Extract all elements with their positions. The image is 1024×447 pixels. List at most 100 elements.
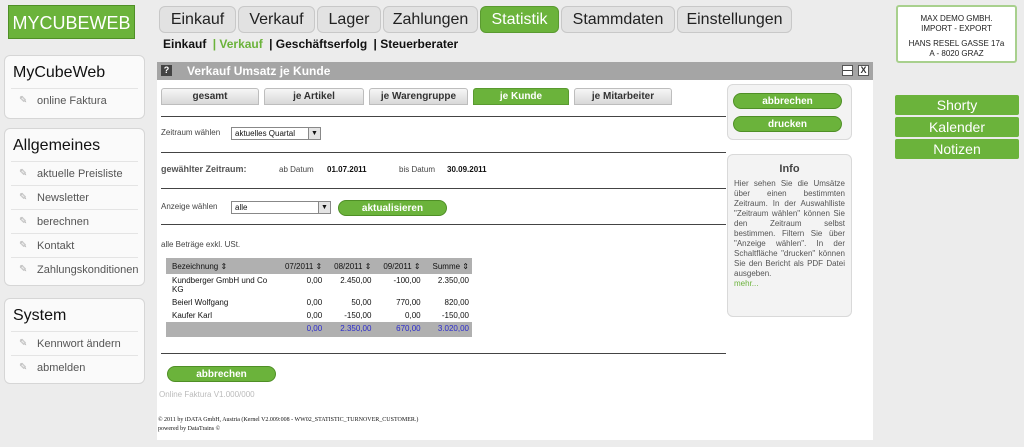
cell-value: 2.350,00 [437,276,469,285]
cell-value: 770,00 [396,298,421,307]
subtab-je-kunde[interactable]: je Kunde [473,88,569,105]
sidebar-section-allgemeines: Allgemeines ✎ aktuelle Preisliste ✎ Newsle… [4,128,145,286]
column-header-09-2011[interactable]: 09/2011 ⇕ [374,258,424,274]
sidebar-item-online-faktura[interactable]: ✎ online Faktura [11,88,138,112]
abbrechen-bottom-button[interactable]: abbrechen [167,366,276,382]
sort-icon: ⇕ [364,261,372,271]
sidebar-item-newsletter[interactable]: ✎ Newsletter [11,185,138,209]
sort-icon: ⇕ [315,261,323,271]
close-icon[interactable]: X [858,65,869,76]
aktualisieren-button[interactable]: aktualisieren [338,200,447,216]
chevron-down-icon: ▼ [318,202,330,213]
subtab-je-warengruppe[interactable]: je Warengruppe [369,88,468,105]
table-row[interactable]: Beierl Wolfgang 0,00 50,00 770,00 820,00 [166,296,472,309]
table-header-row: Bezeichnung ⇕ 07/2011 ⇕ 08/2011 ⇕ 09/201… [166,258,472,274]
drucken-button[interactable]: drucken [733,116,842,132]
tab-einkauf[interactable]: Einkauf [159,6,236,33]
sidebar-item-berechnen[interactable]: ✎ berechnen [11,209,138,233]
sidebar-item-preisliste[interactable]: ✎ aktuelle Preisliste [11,161,138,185]
sidebar-item-label: Kontakt [37,240,75,252]
anzeige-select-value: alle [235,203,248,212]
pencil-icon: ✎ [19,362,28,373]
abbrechen-button[interactable]: abbrechen [733,93,842,109]
sort-icon: ⇕ [220,261,228,271]
subnav-einkauf[interactable]: Einkauf [163,37,206,51]
cell-value: 0,00 [306,276,323,285]
tab-stammdaten[interactable]: Stammdaten [561,6,675,33]
column-header-summe[interactable]: Summe ⇕ [423,258,472,274]
sum-value: 2.350,00 [325,322,375,337]
sum-value: 670,00 [374,322,424,337]
sidebar-item-zahlungskonditionen[interactable]: ✎ Zahlungskonditionen [11,257,139,281]
pencil-icon: ✎ [19,264,28,275]
pencil-icon: ✎ [19,168,28,179]
sidebar-section-title: Allgemeines [13,137,101,154]
pencil-icon: ✎ [19,338,28,349]
subtab-je-mitarbeiter[interactable]: je Mitarbeiter [574,88,672,105]
turnover-table: Bezeichnung ⇕ 07/2011 ⇕ 08/2011 ⇕ 09/201… [166,258,472,337]
zeitraum-select[interactable]: aktuelles Quartal ▼ [231,127,321,140]
cell-value: 820,00 [444,298,469,307]
column-header-bezeichnung[interactable]: Bezeichnung ⇕ [166,258,276,274]
column-header-07-2011[interactable]: 07/2011 ⇕ [276,258,326,274]
anzeige-select[interactable]: alle ▼ [231,201,331,214]
sidebar-item-kontakt[interactable]: ✎ Kontakt [11,233,138,257]
sidebar-item-kennwort[interactable]: ✎ Kennwort ändern [11,331,138,355]
sidebar-item-abmelden[interactable]: ✎ abmelden [11,355,138,379]
sidebar-item-label: aktuelle Preisliste [37,168,123,180]
divider [161,116,726,117]
bis-datum-label: bis Datum [399,165,436,174]
cell-value: 2.450,00 [340,276,372,285]
sort-icon: ⇕ [413,261,421,271]
subtab-gesamt[interactable]: gesamt [161,88,259,105]
kalender-button[interactable]: Kalender [895,117,1019,137]
cell-value: 0,00 [306,298,323,307]
sidebar-item-label: Kennwort ändern [37,338,121,350]
tab-statistik[interactable]: Statistik [480,6,559,33]
info-text: Hier sehen Sie die Umsätze über einen be… [734,179,845,278]
sidebar-item-label: berechnen [37,216,89,228]
subtab-je-artikel[interactable]: je Artikel [264,88,364,105]
window-title: Verkauf Umsatz je Kunde [187,64,331,78]
subnav-geschaeftserfolg[interactable]: | Geschäftserfolg [269,37,367,51]
tab-verkauf[interactable]: Verkauf [238,6,315,33]
table-row[interactable]: Kundberger GmbH und Co KG 0,00 2.450,00 … [166,274,472,296]
info-more-link[interactable]: mehr... [728,279,851,288]
cell-value: 0,00 [405,311,421,320]
help-icon[interactable]: ? [161,65,172,76]
cell-value: -150,00 [344,311,372,320]
info-panel: Info Hier sehen Sie die Umsätze über ein… [727,154,852,317]
cell-bezeichnung: Beierl Wolfgang [172,298,229,307]
tab-lager[interactable]: Lager [317,6,381,33]
table-row[interactable]: Kaufer Karl 0,00 -150,00 0,00 -150,00 [166,309,472,322]
sum-label [166,322,276,337]
bis-datum-value: 30.09.2011 [447,165,487,174]
sub-navigation: Einkauf | Verkauf | Geschäftserfolg | St… [163,37,461,51]
cell-value: -100,00 [393,276,421,285]
subnav-steuerberater[interactable]: | Steuerberater [374,37,459,51]
subnav-verkauf[interactable]: | Verkauf [213,37,263,51]
ab-datum-value: 01.07.2011 [327,165,367,174]
ust-note: alle Beträge exkl. USt. [161,240,241,249]
gewaehlter-zeitraum-label: gewählter Zeitraum: [161,164,247,174]
zeitraum-label: Zeitraum wählen [161,128,221,137]
cell-value: -150,00 [441,311,469,320]
column-header-08-2011[interactable]: 08/2011 ⇕ [325,258,375,274]
minimize-icon[interactable]: — [842,65,853,76]
divider [161,224,726,225]
shorty-button[interactable]: Shorty [895,95,1019,115]
sum-value: 3.020,00 [423,322,472,337]
table-sum-row: 0,00 2.350,00 670,00 3.020,00 [166,322,472,337]
tab-zahlungen[interactable]: Zahlungen [383,6,478,33]
sort-icon: ⇕ [462,261,469,271]
app-logo[interactable]: MYCUBEWEB [8,5,135,39]
powered-by-text: powered by DataTrains © [158,426,221,432]
divider [161,188,726,189]
sum-value: 0,00 [276,322,326,337]
cell-value: 0,00 [306,311,323,320]
notizen-button[interactable]: Notizen [895,139,1019,159]
cell-value: 50,00 [351,298,372,307]
chevron-down-icon: ▼ [308,128,320,139]
tab-einstellungen[interactable]: Einstellungen [677,6,792,33]
pencil-icon: ✎ [19,192,28,203]
